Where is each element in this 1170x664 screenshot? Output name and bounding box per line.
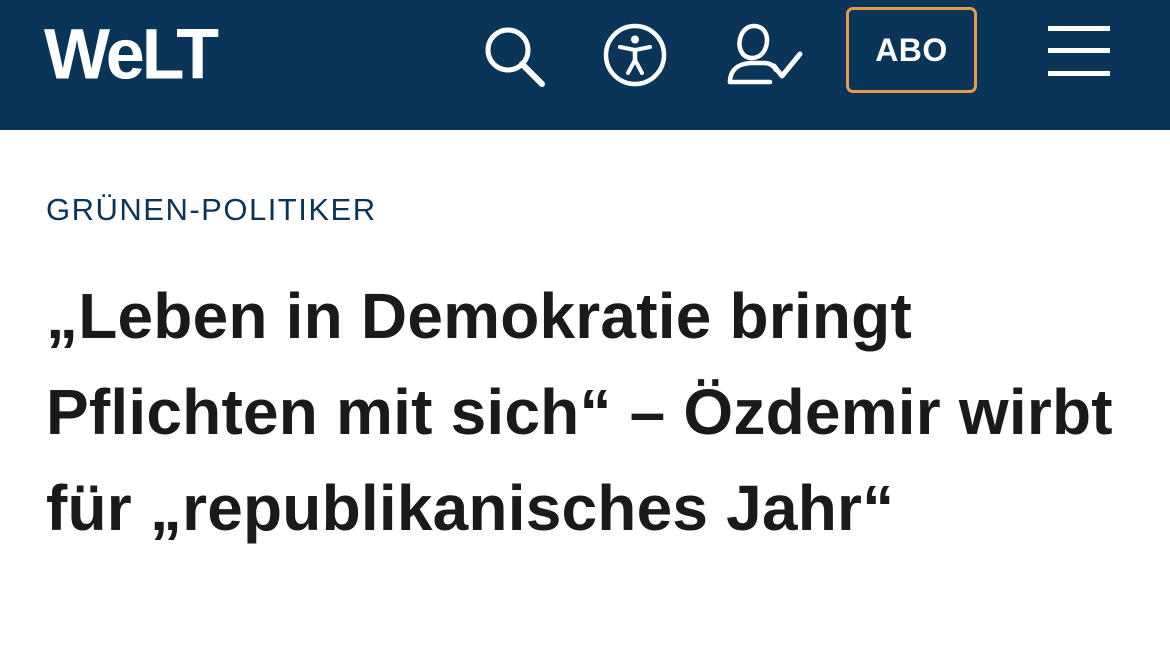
search-icon xyxy=(485,27,545,87)
site-header: WeLT ABO xyxy=(0,0,1170,130)
accessibility-icon xyxy=(603,23,667,87)
user-login-icon xyxy=(727,23,803,85)
abo-subscribe-button[interactable]: ABO xyxy=(846,7,977,93)
login-button[interactable] xyxy=(722,18,806,92)
search-button[interactable] xyxy=(476,18,550,92)
welt-logo[interactable]: WeLT xyxy=(44,13,219,95)
article-kicker[interactable]: GRÜNEN-POLITIKER xyxy=(46,190,377,230)
article-headline[interactable]: „Leben in Demokratie bringt Pflichten mi… xyxy=(46,268,1126,556)
menu-icon xyxy=(1048,26,1110,76)
menu-button[interactable] xyxy=(1046,24,1112,80)
accessibility-button[interactable] xyxy=(598,18,672,92)
